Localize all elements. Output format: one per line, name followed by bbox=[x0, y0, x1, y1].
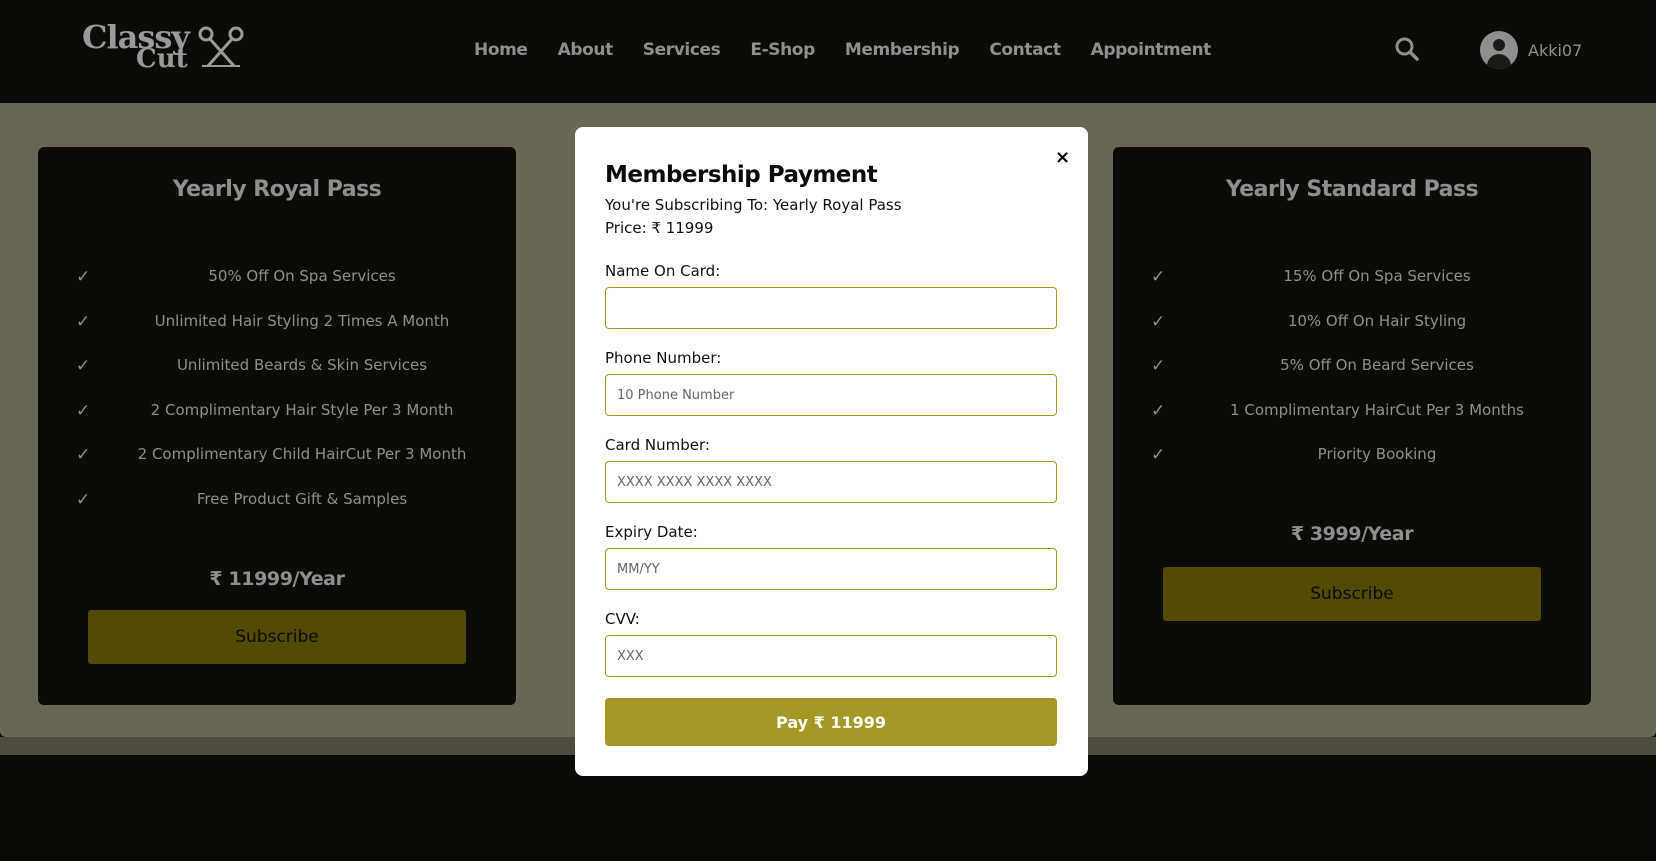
search-icon[interactable] bbox=[1394, 36, 1420, 62]
nav-appointment[interactable]: Appointment bbox=[1091, 40, 1212, 60]
expiry-date-label: Expiry Date: bbox=[605, 523, 698, 541]
close-icon[interactable]: × bbox=[1055, 147, 1070, 168]
plan-feature-text: 50% Off On Spa Services bbox=[208, 267, 396, 285]
check-icon: ✓ bbox=[1151, 312, 1166, 332]
plan-feature-text: Unlimited Beards & Skin Services bbox=[176, 356, 428, 374]
price-text: Price: ₹ 11999 bbox=[605, 219, 714, 237]
subscribing-text: You're Subscribing To: Yearly Royal Pass bbox=[605, 196, 902, 214]
check-icon: ✓ bbox=[1151, 267, 1166, 287]
site-header: Classy Cut Home About Services E-Shop Me… bbox=[0, 0, 1656, 104]
payment-modal: × Membership Payment You're Subscribing … bbox=[575, 127, 1088, 776]
plan-feature: ✓ Priority Booking bbox=[1113, 445, 1591, 469]
pay-button[interactable]: Pay ₹ 11999 bbox=[605, 698, 1057, 746]
subscribe-button[interactable]: Subscribe bbox=[1163, 567, 1541, 621]
plan-feature: ✓ 5% Off On Beard Services bbox=[1113, 356, 1591, 380]
cvv-input[interactable] bbox=[605, 635, 1057, 677]
user-menu[interactable]: Akki07 bbox=[1480, 30, 1582, 70]
plan-feature-text: 2 Complimentary Child HairCut Per 3 Mont… bbox=[137, 445, 467, 463]
check-icon: ✓ bbox=[76, 490, 91, 510]
card-number-input[interactable] bbox=[605, 461, 1057, 503]
nav-home[interactable]: Home bbox=[474, 40, 528, 60]
name-on-card-label: Name On Card: bbox=[605, 262, 721, 280]
user-name: Akki07 bbox=[1528, 40, 1583, 60]
check-icon: ✓ bbox=[1151, 356, 1166, 376]
check-icon: ✓ bbox=[1151, 401, 1166, 421]
plan-feature-text: Free Product Gift & Samples bbox=[196, 490, 408, 508]
plan-feature: ✓ 2 Complimentary Hair Style Per 3 Month bbox=[38, 401, 516, 425]
nav-eshop[interactable]: E-Shop bbox=[750, 40, 815, 60]
check-icon: ✓ bbox=[76, 356, 91, 376]
plan-title: Yearly Standard Pass bbox=[1225, 177, 1479, 202]
plan-feature-text: 15% Off On Spa Services bbox=[1283, 267, 1471, 285]
check-icon: ✓ bbox=[76, 312, 91, 332]
check-icon: ✓ bbox=[76, 445, 91, 465]
nav-services[interactable]: Services bbox=[643, 40, 721, 60]
brand-logo[interactable]: Classy Cut bbox=[82, 18, 244, 74]
user-avatar-icon bbox=[1480, 31, 1518, 69]
nav-about[interactable]: About bbox=[558, 40, 614, 60]
brand-logo-line2: Cut bbox=[136, 44, 188, 74]
plan-card-standard: Yearly Standard Pass ✓ 15% Off On Spa Se… bbox=[1113, 147, 1591, 705]
subscribe-button[interactable]: Subscribe bbox=[88, 610, 466, 664]
phone-number-label: Phone Number: bbox=[605, 349, 722, 367]
scissors-icon bbox=[198, 26, 244, 67]
plan-card-royal: Yearly Royal Pass ✓ 50% Off On Spa Servi… bbox=[38, 147, 516, 705]
check-icon: ✓ bbox=[1151, 445, 1166, 465]
check-icon: ✓ bbox=[76, 401, 91, 421]
expiry-date-input[interactable] bbox=[605, 548, 1057, 590]
plan-feature: ✓ 2 Complimentary Child HairCut Per 3 Mo… bbox=[38, 445, 516, 469]
check-icon: ✓ bbox=[76, 267, 91, 287]
plan-feature: ✓ 50% Off On Spa Services bbox=[38, 267, 516, 291]
plan-price: ₹ 3999/Year bbox=[1290, 523, 1414, 545]
name-on-card-input[interactable] bbox=[605, 287, 1057, 329]
plan-feature: ✓ Unlimited Beards & Skin Services bbox=[38, 356, 516, 380]
plan-feature: ✓ 1 Complimentary HairCut Per 3 Months bbox=[1113, 401, 1591, 425]
card-number-label: Card Number: bbox=[605, 436, 710, 454]
phone-number-input[interactable] bbox=[605, 374, 1057, 416]
nav-membership[interactable]: Membership bbox=[845, 40, 960, 60]
plan-feature: ✓ Free Product Gift & Samples bbox=[38, 490, 516, 514]
plan-feature-text: Unlimited Hair Styling 2 Times A Month bbox=[154, 312, 450, 330]
cvv-label: CVV: bbox=[605, 610, 640, 628]
plan-feature: ✓ 10% Off On Hair Styling bbox=[1113, 312, 1591, 336]
main-nav: Home About Services E-Shop Membership Co… bbox=[474, 0, 1241, 100]
plan-feature-text: 1 Complimentary HairCut Per 3 Months bbox=[1230, 401, 1524, 419]
plan-title: Yearly Royal Pass bbox=[172, 177, 382, 202]
plan-feature-text: Priority Booking bbox=[1317, 445, 1437, 463]
plan-feature: ✓ Unlimited Hair Styling 2 Times A Month bbox=[38, 312, 516, 336]
plan-feature-text: 2 Complimentary Hair Style Per 3 Month bbox=[150, 401, 454, 419]
plan-feature: ✓ 15% Off On Spa Services bbox=[1113, 267, 1591, 291]
plan-feature-text: 10% Off On Hair Styling bbox=[1287, 312, 1467, 330]
nav-contact[interactable]: Contact bbox=[989, 40, 1061, 60]
plan-price: ₹ 11999/Year bbox=[209, 568, 345, 590]
plan-feature-text: 5% Off On Beard Services bbox=[1280, 356, 1474, 374]
modal-title: Membership Payment bbox=[605, 162, 878, 188]
